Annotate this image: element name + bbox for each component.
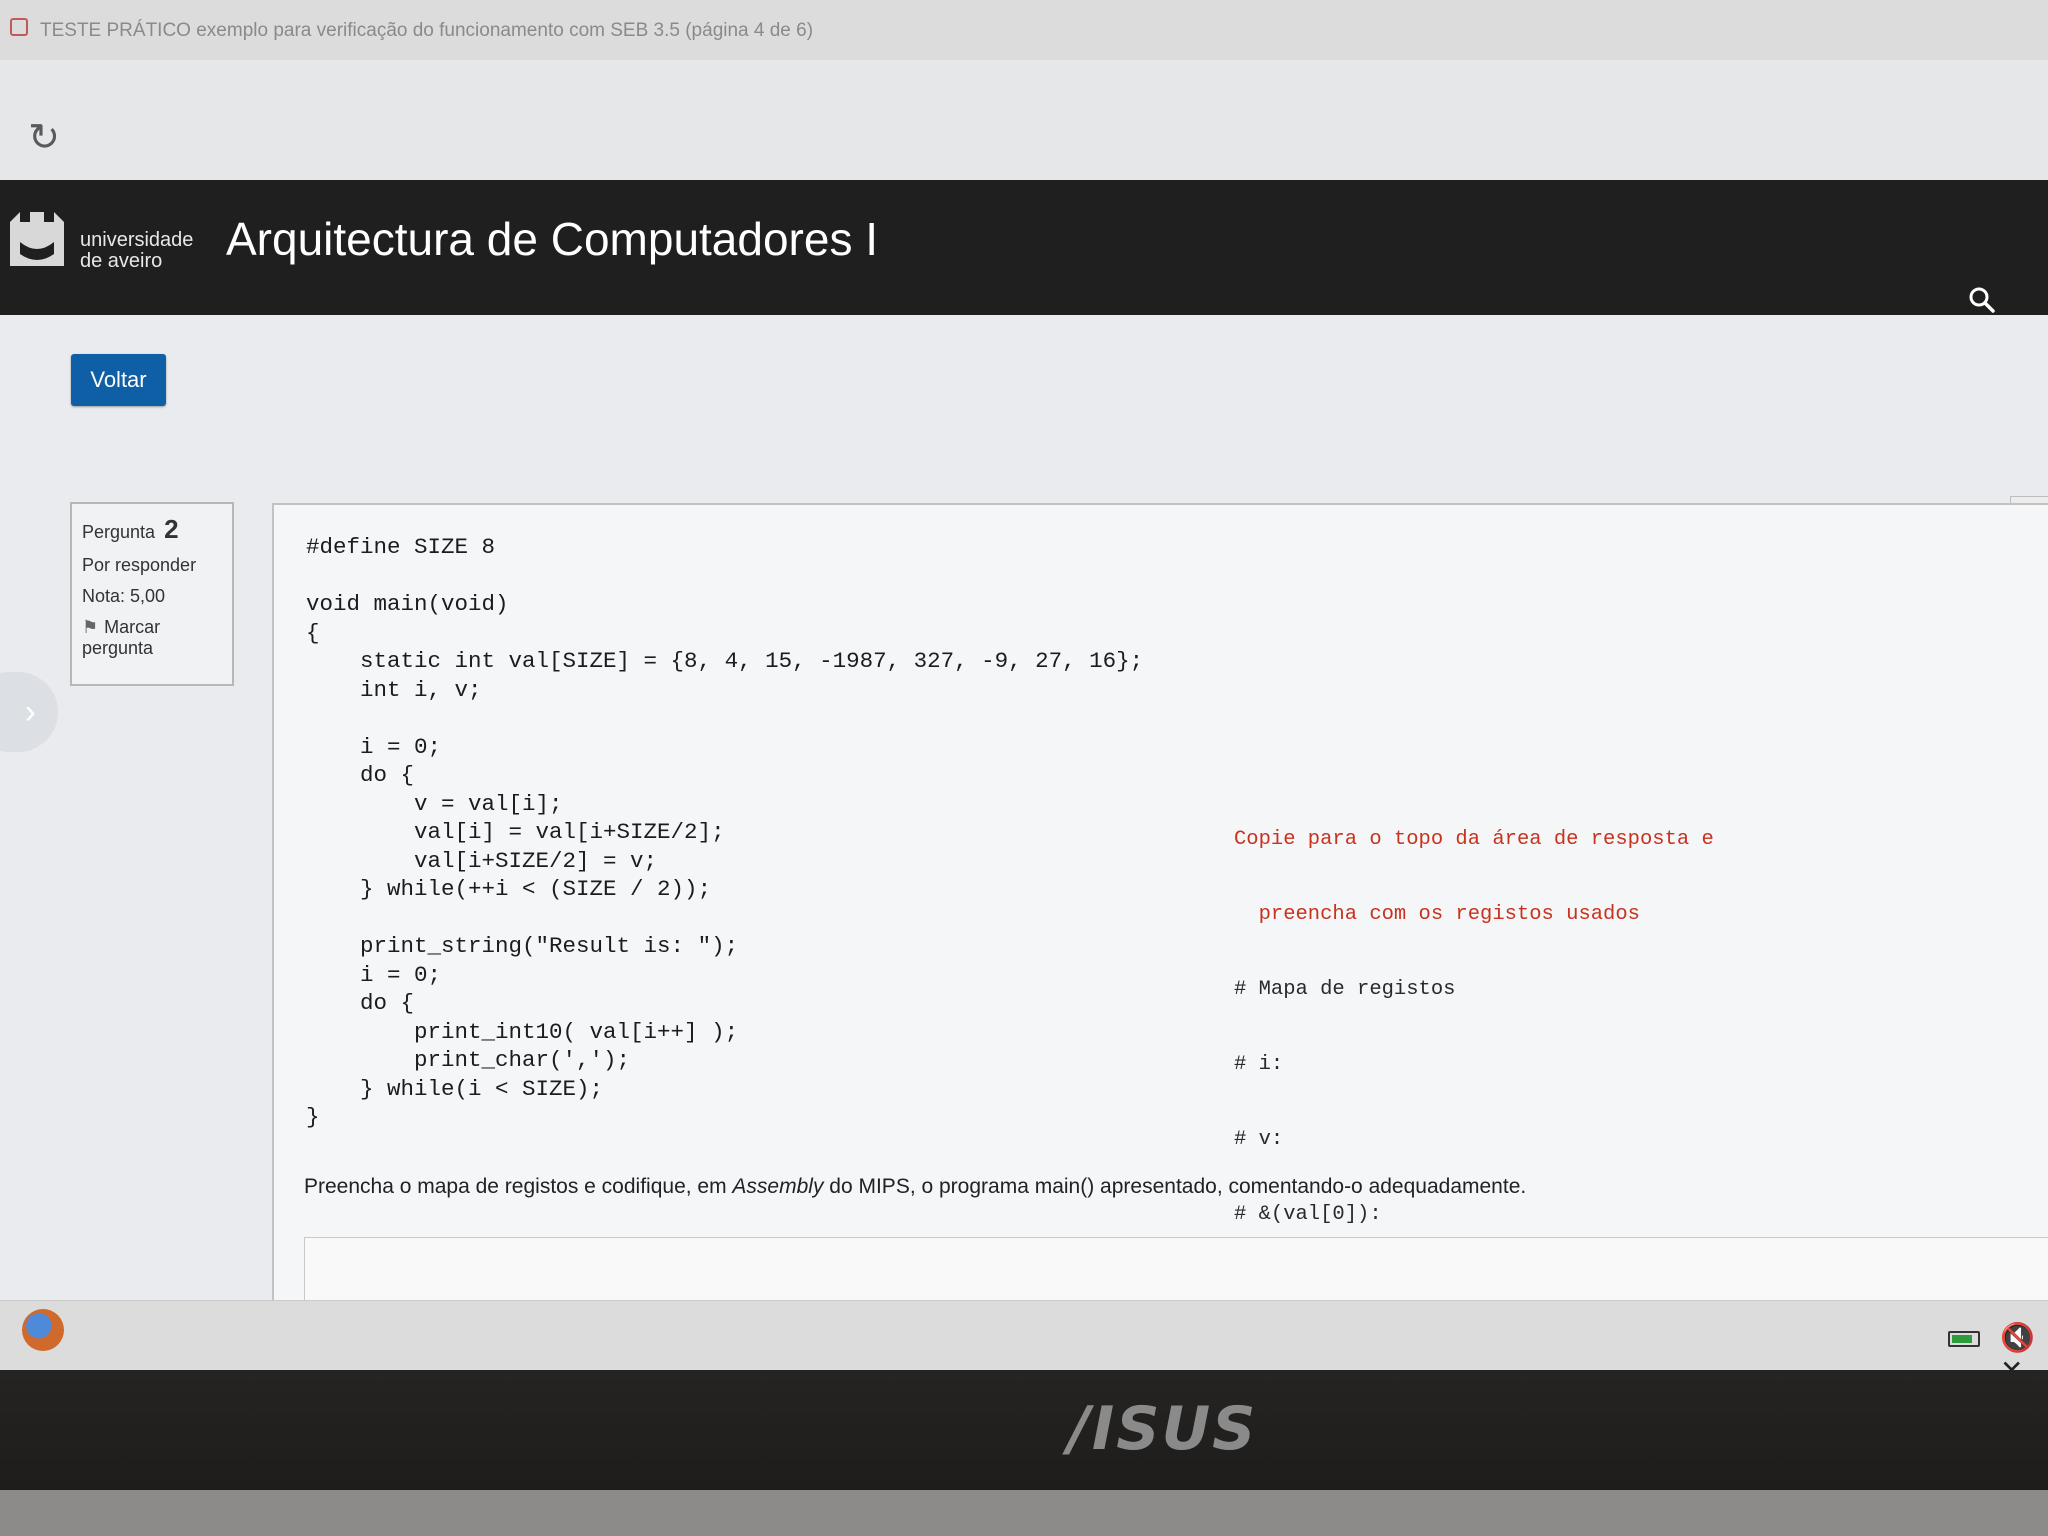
logo-line-1: universidade — [80, 229, 194, 251]
brand-logo: /ISUS — [1068, 1394, 1258, 1464]
battery-icon[interactable] — [1948, 1331, 1980, 1347]
register-map-comment: Copie para o topo da área de resposta e … — [1234, 777, 1714, 1277]
copy-note-line-2: preencha com os registos usados — [1234, 903, 1640, 926]
site-header: universidade de aveiro Arquitectura de C… — [0, 180, 2048, 315]
code-line: static int val[SIZE] = {8, 4, 15, -1987,… — [306, 648, 1144, 674]
logo-line-2: de aveiro — [80, 250, 163, 272]
code-line: do { — [306, 990, 415, 1016]
code-line: void main(void) — [306, 591, 509, 617]
question-info-panel: Pergunta 2 Por responder Nota: 5,00 ⚑ Mar… — [70, 502, 234, 686]
instruction-text-1: Preencha o mapa de registos e codifique,… — [304, 1175, 733, 1198]
laptop-screen: TESTE PRÁTICO exemplo para verificação d… — [0, 0, 2048, 1370]
question-status: Por responder — [82, 555, 197, 575]
question-instruction: Preencha o mapa de registos e codifique,… — [304, 1175, 1526, 1199]
code-line: val[i] = val[i+SIZE/2]; — [306, 819, 725, 845]
reload-icon[interactable]: ↻ — [26, 119, 62, 157]
register-map-line: # Mapa de registos — [1234, 978, 1456, 1001]
instruction-emphasis: Assembly — [732, 1175, 824, 1198]
app-icon — [10, 18, 28, 36]
code-line: print_string("Result is: "); — [306, 933, 739, 959]
code-line: } while(++i < (SIZE / 2)); — [306, 876, 712, 902]
code-line: int i, v; — [306, 676, 482, 703]
speaker-muted-icon[interactable]: 🔇✕ — [2000, 1321, 2048, 1370]
code-listing: #define SIZE 8 void main(void){ static in… — [306, 533, 1143, 1132]
code-line: val[i+SIZE/2] = v; — [306, 847, 658, 874]
code-line: { — [306, 619, 320, 646]
code-line: print_int10( val[i++] ); — [306, 1018, 739, 1045]
browser-icon[interactable] — [22, 1309, 64, 1351]
flag-question-link[interactable]: ⚑ Marcar pergunta — [82, 617, 222, 659]
code-line: } — [306, 1104, 320, 1130]
code-line: #define SIZE 8 — [306, 534, 496, 560]
taskbar: 🔇✕ — [0, 1300, 2048, 1370]
question-grade: Nota: 5,00 — [82, 586, 166, 606]
register-map-line: # &(val[0]): — [1234, 1203, 1382, 1226]
instruction-text-2: do MIPS, o programa main() apresentado, … — [823, 1175, 1527, 1198]
flag-label-line-1: Marcar — [104, 617, 161, 637]
sidebar-toggle-chevron-icon[interactable]: › — [0, 672, 58, 752]
university-name: universidade de aveiro — [80, 230, 193, 272]
question-card: #define SIZE 8 void main(void){ static in… — [272, 503, 2048, 1370]
question-number: 2 — [164, 514, 179, 544]
question-number-row: Pergunta 2 — [82, 514, 222, 545]
question-label: Pergunta — [82, 522, 156, 542]
code-line: print_char(','); — [306, 1047, 631, 1073]
copy-note-line-1: Copie para o topo da área de resposta e — [1234, 828, 1714, 851]
code-line: do { — [306, 762, 415, 788]
university-logo-icon — [10, 212, 64, 266]
laptop-base — [0, 1490, 2048, 1536]
code-line: i = 0; — [306, 733, 442, 760]
search-icon[interactable] — [1968, 286, 1996, 314]
code-line: v = val[i]; — [306, 790, 563, 817]
register-map-line: # v: — [1234, 1128, 1284, 1151]
course-title[interactable]: Arquitectura de Computadores I — [226, 212, 878, 266]
window-title: TESTE PRÁTICO exemplo para verificação d… — [40, 20, 814, 41]
window-titlebar: TESTE PRÁTICO exemplo para verificação d… — [0, 0, 2048, 61]
register-map-line: # i: — [1234, 1053, 1284, 1076]
flag-label-line-2: pergunta — [82, 638, 154, 658]
code-line: i = 0; — [306, 961, 442, 988]
flag-icon: ⚑ — [82, 617, 99, 637]
browser-toolbar: ↻ — [0, 60, 2048, 180]
back-button[interactable]: Voltar — [71, 354, 166, 406]
code-line: } while(i < SIZE); — [306, 1075, 604, 1102]
